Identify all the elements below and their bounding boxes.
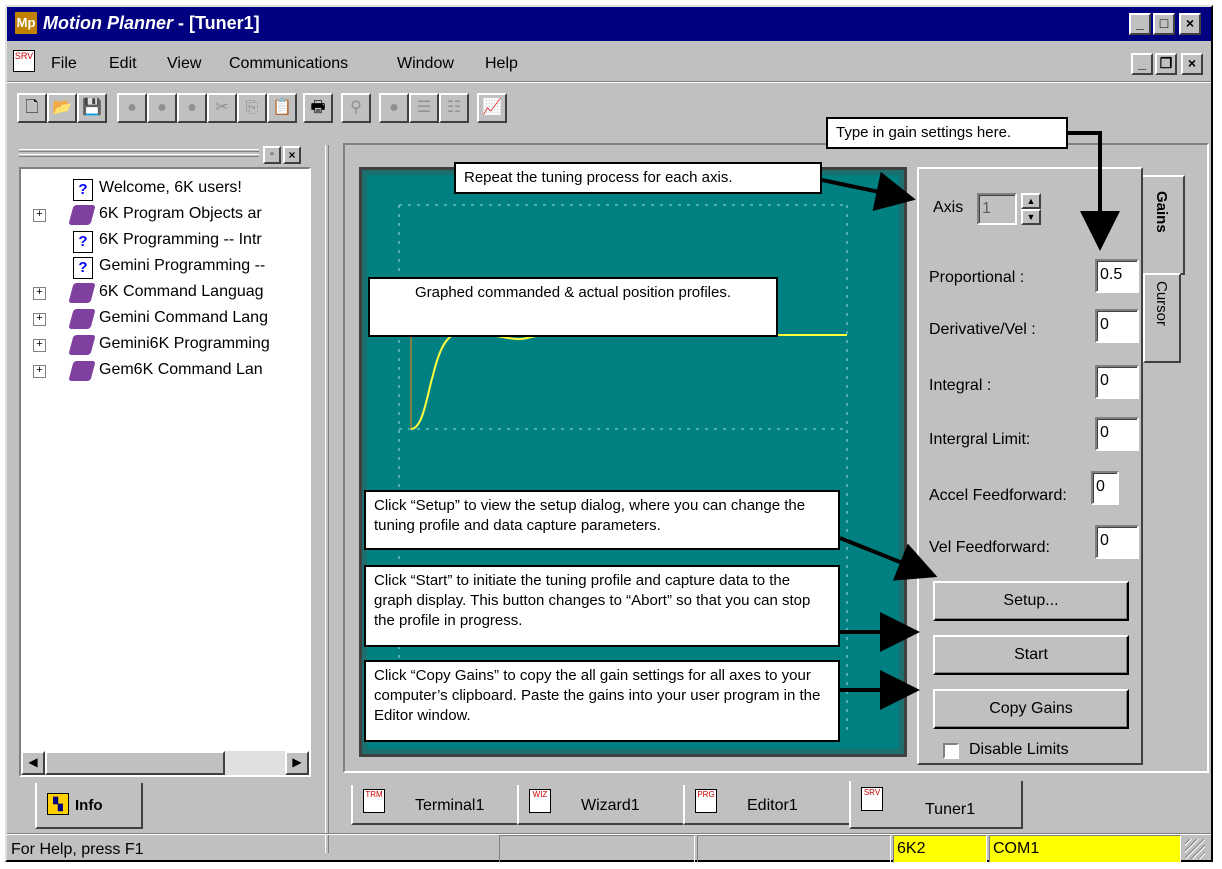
arrow-gain	[1068, 131, 1120, 251]
arrow-axis	[821, 171, 916, 212]
callout-arrows	[821, 131, 1120, 710]
arrow-setup	[839, 536, 938, 581]
